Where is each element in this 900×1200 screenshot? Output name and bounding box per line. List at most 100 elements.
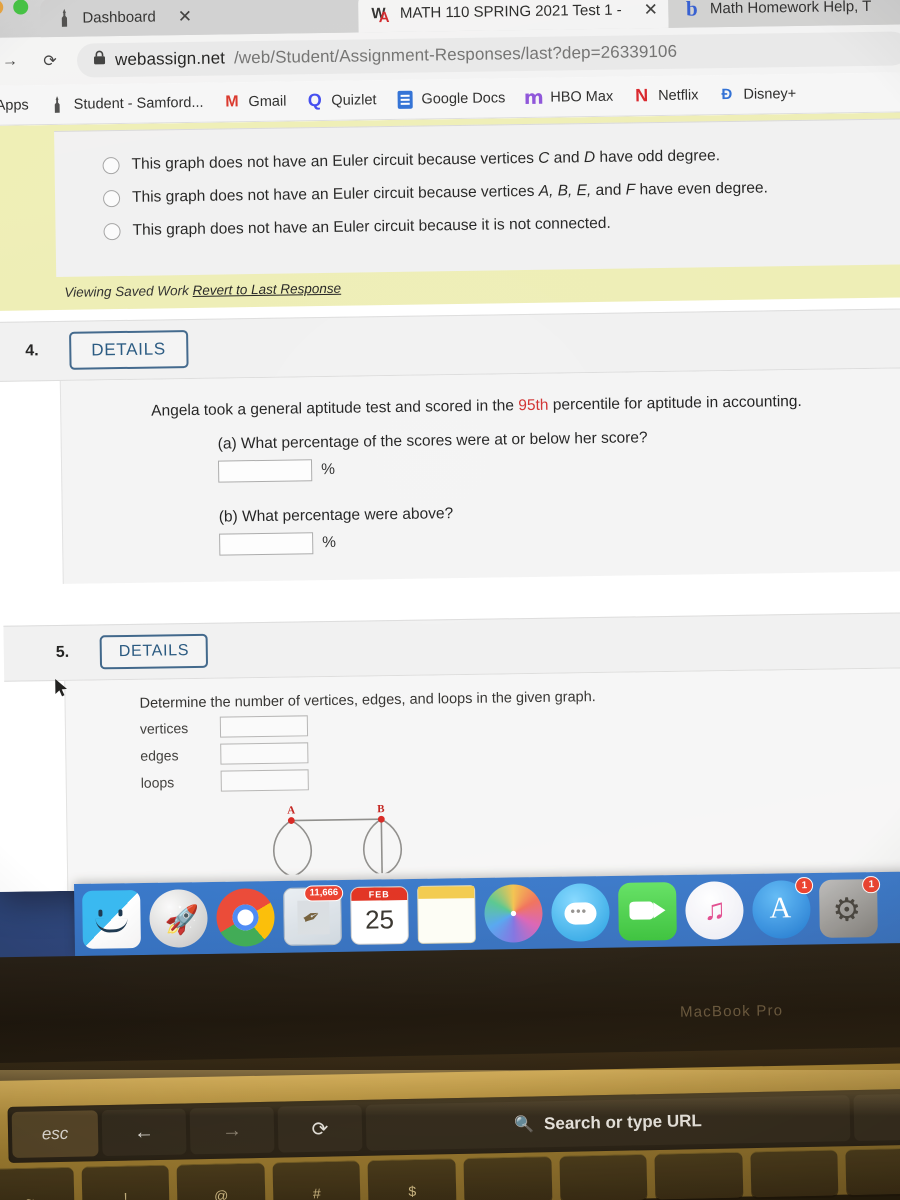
part-b-label: (b) What percentage were above? (218, 505, 454, 526)
dock-item-messages[interactable] (551, 883, 610, 942)
hbo-max-icon: m (523, 86, 544, 109)
edges-input[interactable] (220, 742, 309, 765)
details-button[interactable]: DETAILS (69, 330, 189, 370)
calendar-month: FEB (351, 887, 408, 901)
edges-label: edges (140, 746, 179, 764)
bookmark-quizlet[interactable]: Q Quizlet (305, 90, 377, 111)
tab-dashboard[interactable]: Dashboard ✕ (40, 0, 359, 38)
chat-bubble-icon (564, 902, 597, 925)
touchbar-overflow-key[interactable] (853, 1094, 900, 1142)
app-store-badge: 1 (795, 877, 814, 895)
samford-tower-icon (54, 8, 74, 28)
bookmark-gmail[interactable]: M Gmail (222, 92, 286, 112)
vertices-label: vertices (139, 719, 189, 737)
bookmark-apps[interactable]: Apps (0, 97, 29, 113)
dock-item-itunes[interactable]: ♫ (685, 881, 744, 940)
gear-icon: ⚙ (832, 891, 862, 928)
revert-to-last-response-link[interactable]: Revert to Last Response (192, 281, 341, 298)
key-2[interactable]: @ (176, 1162, 266, 1200)
loops-input[interactable] (220, 769, 309, 792)
webassign-icon: WA (371, 4, 388, 26)
dock-item-chrome[interactable] (216, 888, 275, 947)
radio-button[interactable] (102, 189, 121, 208)
bookmark-netflix[interactable]: N Netflix (632, 85, 699, 105)
dock-item-system-preferences[interactable]: ⚙ 1 (819, 876, 881, 938)
details-button[interactable]: DETAILS (99, 633, 209, 670)
bookmark-label: HBO Max (550, 88, 614, 106)
choice-label: This graph does not have an Euler circui… (131, 179, 769, 206)
key-3[interactable]: # (272, 1160, 361, 1200)
gmail-icon: M (225, 92, 239, 110)
zoom-window-button[interactable] (13, 0, 29, 15)
percent-sign: % (322, 534, 337, 552)
forward-button[interactable]: → (0, 48, 23, 74)
radio-button[interactable] (102, 157, 120, 175)
key-8[interactable] (750, 1149, 839, 1198)
touchbar-reload-button[interactable]: ⟳ (277, 1104, 363, 1153)
macos-dock: 🚀 ✒ 11,666 FEB 25 ♫ A 1 ⚙ 1 (74, 871, 900, 956)
arrow-cursor (54, 678, 68, 703)
calendar-day: 25 (364, 904, 395, 935)
dock-item-notes[interactable] (417, 885, 476, 944)
dock-item-launchpad[interactable]: 🚀 (149, 889, 208, 948)
close-icon[interactable]: ✕ (178, 6, 193, 25)
part-b-input[interactable] (219, 532, 314, 556)
vertices-row: vertices (140, 706, 900, 739)
close-icon[interactable]: ✕ (644, 0, 659, 19)
touchbar-search-button[interactable]: 🔍 Search or type URL (365, 1095, 851, 1151)
key-tilde[interactable]: ~ (0, 1166, 75, 1200)
tab-bartleby[interactable]: b Math Homework Help, T (667, 0, 900, 28)
tab-math110[interactable]: WA MATH 110 SPRING 2021 Test 1 - ✕ (357, 0, 669, 33)
question-number: 4. (25, 342, 39, 360)
key-1[interactable]: ! (81, 1164, 170, 1200)
dock-item-finder[interactable] (82, 890, 141, 949)
dock-item-app-store[interactable]: A 1 (752, 877, 814, 939)
url-path: /web/Student/Assignment-Responses/last?d… (233, 41, 678, 68)
rocket-icon: 🚀 (164, 904, 200, 936)
tab-title: MATH 110 SPRING 2021 Test 1 - (399, 1, 622, 22)
key-4[interactable]: $ (367, 1158, 457, 1200)
saved-work-question: This graph does not have an Euler circui… (0, 112, 900, 311)
touchbar-search-label: Search or type URL (543, 1111, 702, 1134)
key-7[interactable] (654, 1151, 744, 1200)
touchbar-esc-key[interactable]: esc (11, 1110, 99, 1158)
question-4-part-b: (b) What percentage were above? % (218, 498, 900, 556)
question-4-stem: Angela took a general aptitude test and … (151, 392, 802, 420)
vertices-input[interactable] (219, 715, 309, 738)
dock-item-facetime[interactable] (618, 882, 677, 941)
bookmark-hbo-max[interactable]: m HBO Max (523, 86, 614, 109)
radio-button[interactable] (103, 222, 121, 241)
bookmark-google-docs[interactable]: Google Docs (395, 88, 505, 109)
key-5[interactable] (463, 1155, 552, 1200)
tab-title: Math Homework Help, T (709, 0, 872, 17)
address-bar[interactable]: webassign.net/web/Student/Assignment-Res… (76, 31, 900, 78)
apps-label: Apps (0, 96, 29, 114)
dock-item-mail[interactable]: ✒ 11,666 (283, 885, 344, 946)
touchbar-forward-button[interactable]: → (189, 1106, 275, 1155)
bookmark-student-samford[interactable]: Student - Samford... (48, 93, 204, 114)
disney-plus-icon: Đ (721, 85, 733, 104)
mail-unread-badge: 11,666 (304, 885, 344, 902)
bookmark-label: Quizlet (331, 91, 377, 109)
touchbar-back-button[interactable]: ← (101, 1108, 187, 1157)
browser-window: Dashboard ✕ WA MATH 110 SPRING 2021 Test… (0, 0, 900, 892)
dock-item-calendar[interactable]: FEB 25 (350, 886, 409, 945)
close-window-button[interactable] (0, 0, 4, 15)
loops-label: loops (140, 773, 175, 791)
percentile-highlight: 95th (518, 396, 549, 415)
url-host: webassign.net (114, 48, 226, 70)
key-6[interactable] (558, 1153, 648, 1200)
dock-item-photos[interactable] (484, 884, 543, 943)
samford-tower-icon (48, 95, 67, 114)
quizlet-icon: Q (307, 90, 322, 111)
part-a-input[interactable] (217, 459, 313, 483)
netflix-icon: N (634, 85, 649, 106)
window-controls[interactable] (0, 0, 29, 15)
question-5: 5. DETAILS Determine the number of verti… (3, 612, 900, 892)
key-9[interactable] (845, 1147, 900, 1196)
question-5-graph-figure: A B (261, 795, 900, 880)
bookmark-disney-plus[interactable]: Đ Disney+ (717, 84, 796, 104)
reload-button[interactable]: ⟳ (37, 48, 63, 74)
saved-work-status: Viewing Saved Work (64, 282, 189, 300)
percent-sign: % (320, 461, 336, 479)
